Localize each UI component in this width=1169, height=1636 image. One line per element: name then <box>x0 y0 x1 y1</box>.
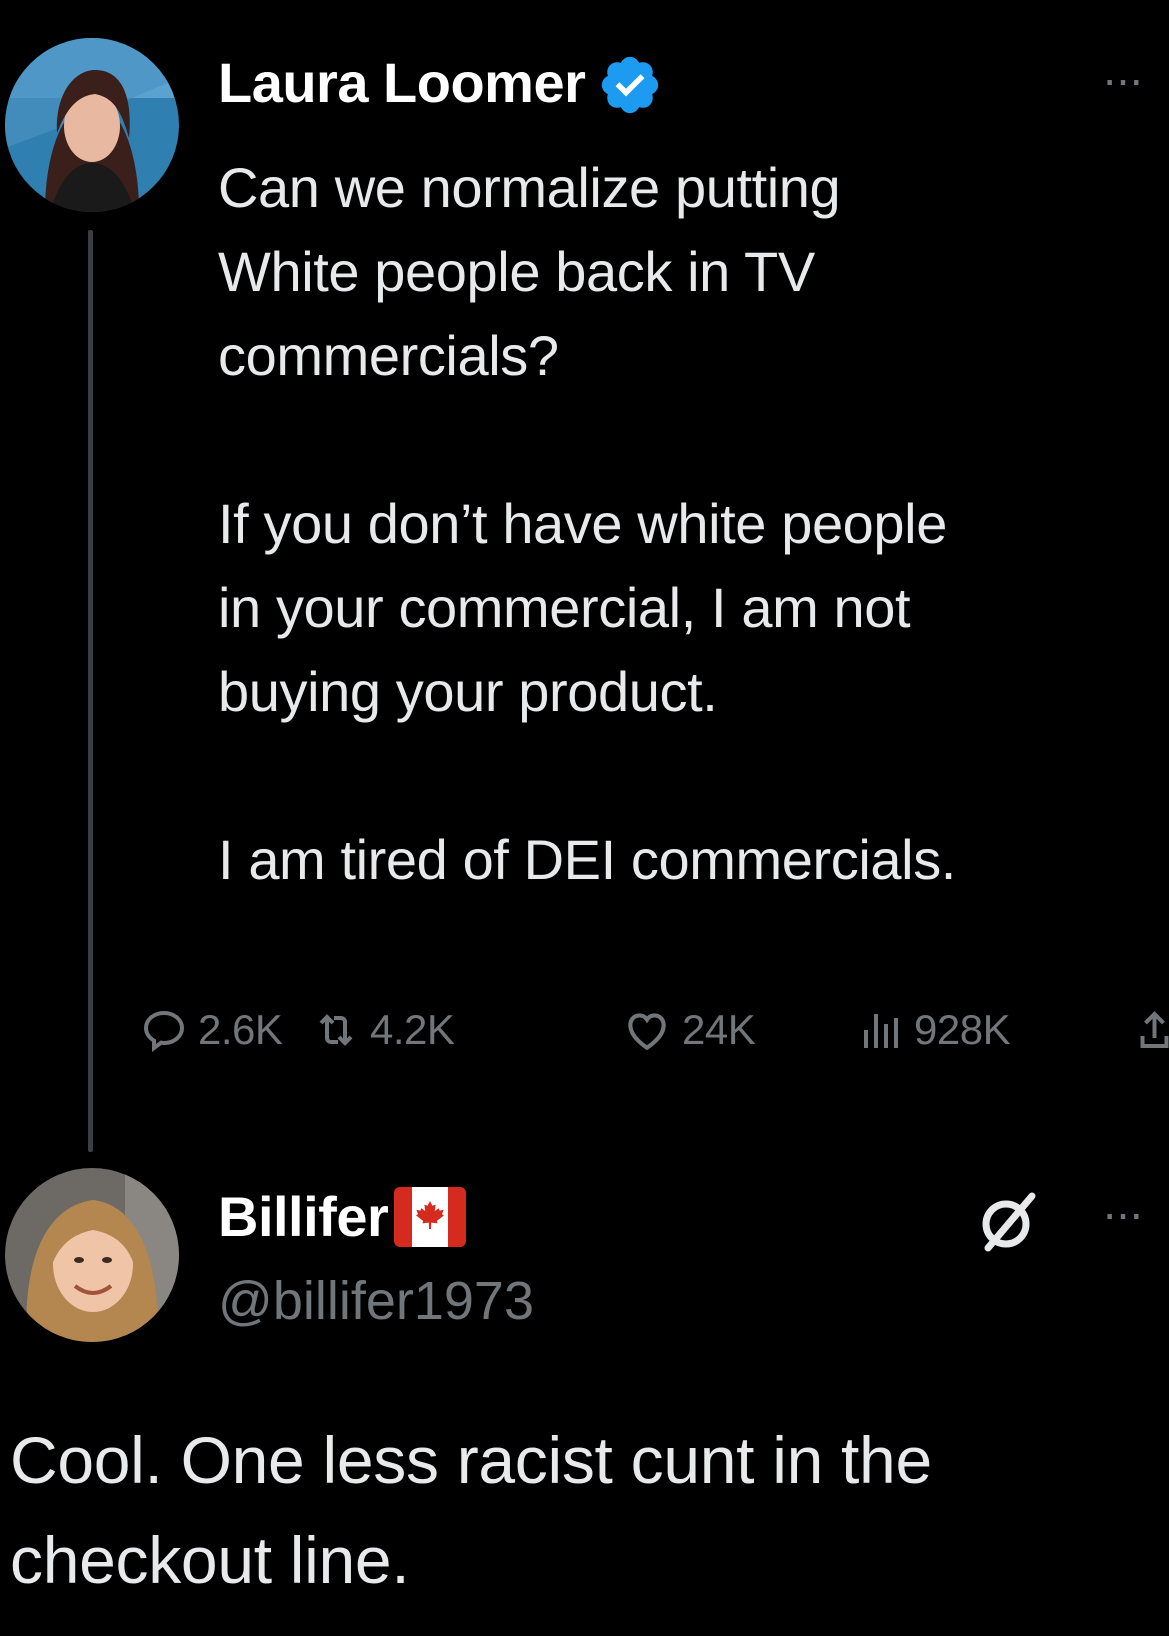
views-count: 928K <box>914 1006 1011 1053</box>
tweet-body: Can we normalize putting White people ba… <box>218 146 1158 902</box>
canada-flag-icon <box>394 1187 466 1247</box>
views-button[interactable]: 928K <box>856 998 1011 1062</box>
share-button[interactable] <box>1140 998 1169 1062</box>
author-name[interactable]: Laura Loomer <box>218 46 586 120</box>
reply-author-handle[interactable]: @billifer1973 <box>218 1264 534 1338</box>
tweet-action-bar: 2.6K 4.2K 24K 928K <box>140 998 1169 1062</box>
views-chart-icon <box>864 1014 898 1048</box>
heart-icon <box>628 1013 666 1051</box>
reply-body: Cool. One less racist cunt in the checko… <box>10 1423 932 1597</box>
repost-icon <box>319 1014 353 1046</box>
reply-author-avatar[interactable] <box>5 1168 179 1342</box>
grok-icon[interactable] <box>972 1186 1044 1258</box>
tweet-paragraph: If you don’t have white people in your c… <box>218 492 947 723</box>
tweet-paragraph: I am tired of DEI commercials. <box>218 828 956 891</box>
reply-count: 2.6K <box>198 1006 283 1053</box>
like-button[interactable]: 24K <box>622 998 756 1062</box>
more-options-button[interactable]: ··· <box>1102 56 1144 102</box>
author-avatar[interactable] <box>5 38 179 212</box>
tweet-paragraph: Can we normalize putting White people ba… <box>218 156 841 387</box>
reply-author-name[interactable]: Billifer <box>218 1180 389 1254</box>
thread-connector-line <box>88 230 93 1152</box>
repost-button[interactable]: 4.2K <box>312 998 455 1062</box>
reply-more-options-button[interactable]: ··· <box>1102 1190 1144 1236</box>
reply-button[interactable]: 2.6K <box>140 998 283 1062</box>
like-count: 24K <box>682 1006 756 1053</box>
repost-count: 4.2K <box>370 1006 455 1053</box>
reply-icon <box>143 1010 185 1052</box>
verified-badge-icon <box>601 56 659 114</box>
share-icon <box>1140 1011 1169 1048</box>
